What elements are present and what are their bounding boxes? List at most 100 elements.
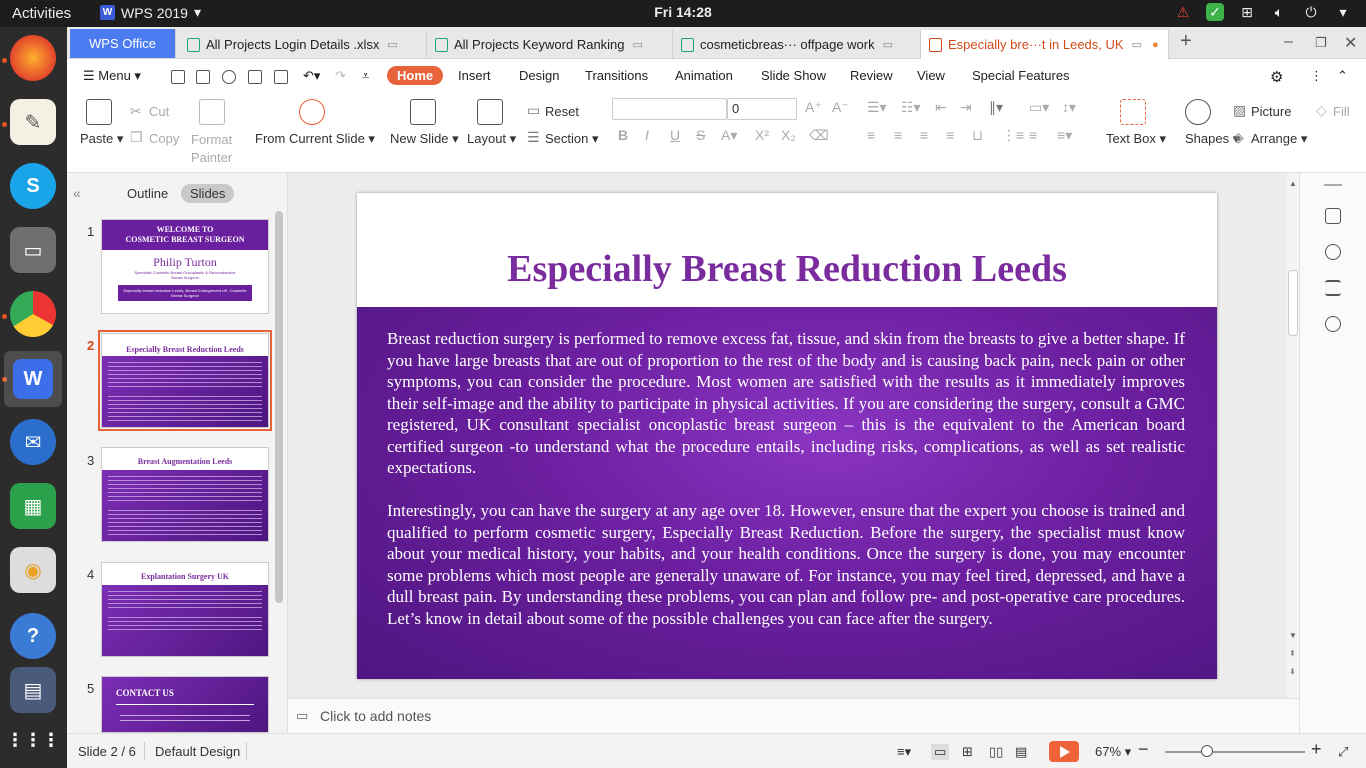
activities-button[interactable]: Activities [12,5,71,22]
numbering-icon[interactable]: ☷▾ [901,99,921,116]
align-center-icon[interactable]: ≡ [894,127,902,143]
font-color-icon[interactable]: A▾ [721,127,737,144]
rhythmbox-icon[interactable]: ◉ [10,547,56,593]
redo-icon[interactable]: ↷ [335,68,346,84]
tab-special-features[interactable]: Special Features [972,68,1070,83]
warning-icon[interactable]: ⚠ [1174,3,1192,21]
volume-icon[interactable]: 🔈︎ [1270,3,1288,21]
align-right-icon[interactable]: ≡ [920,127,928,143]
decrease-indent-icon[interactable]: ⇤ [935,99,947,116]
columns-icon[interactable]: ⋮≡ [1002,127,1024,144]
chevron-down-icon[interactable]: ▾ [1334,3,1352,21]
save-icon[interactable] [196,70,210,84]
font-name-dropdown[interactable] [612,98,727,120]
presenter-view-icon[interactable]: ▤ [1015,744,1027,760]
text-editor-icon[interactable]: ✎ [10,99,56,145]
slide-thumbnail-2[interactable]: Especially Breast Reduction Leeds [98,330,272,431]
underline-icon[interactable]: U [670,127,680,143]
shapes-button[interactable]: Shapes ▾ [1185,131,1239,147]
tab-review[interactable]: Review [850,68,893,83]
tab-home[interactable]: Home [387,66,444,85]
align-text-icon[interactable]: ▭▾ [1029,99,1049,116]
section-button[interactable]: Section ▾ [545,131,599,147]
collapse-panel-icon[interactable]: « [73,185,81,201]
layout-button[interactable]: Layout ▾ [467,131,516,147]
strikethrough-icon[interactable]: S [696,127,705,143]
align-left-icon[interactable]: ≡ [867,127,875,143]
clock[interactable]: Fri 14:28 [0,4,1366,20]
open-icon[interactable] [171,70,185,84]
export-icon[interactable] [222,70,236,84]
tab-wps-office[interactable]: WPS Office [70,29,176,58]
design-name[interactable]: Default Design [155,744,240,759]
zoom-in-icon[interactable]: + [1311,739,1322,760]
notes-placeholder[interactable]: Click to add notes [320,708,431,724]
notes-toggle-icon[interactable]: ≡▾ [897,744,911,760]
font-size-dropdown[interactable]: 0 [727,98,797,120]
arrange-button[interactable]: Arrange ▾ [1251,131,1307,147]
collapse-ribbon-icon[interactable]: ⌃ [1337,68,1348,84]
slide-thumbnail-4[interactable]: Explantation Surgery UK [101,562,269,657]
decrease-font-icon[interactable]: A⁻ [832,99,849,116]
next-slide-icon[interactable]: ⇟ [1289,667,1296,676]
bold-icon[interactable]: B [618,127,628,143]
slide-layout-icon[interactable] [1325,208,1341,224]
tab-view[interactable]: View [917,68,945,83]
tab-design[interactable]: Design [519,68,559,83]
slide-sorter-icon[interactable]: ⊞ [962,744,973,760]
play-slideshow-button[interactable] [1049,741,1079,762]
distribute-icon[interactable]: ⊔ [972,127,983,144]
text-box-button[interactable]: Text Box ▾ [1106,131,1166,147]
canvas-scrollbar-thumb[interactable] [1288,270,1298,336]
menu-button[interactable]: ☰ Menu ▾ [83,68,141,84]
line-spacing-icon[interactable]: ↕▾ [1062,99,1076,116]
tab-especially-breast[interactable]: Especially bre···t in Leeds, UK ▭ ● [921,30,1169,59]
tab-insert[interactable]: Insert [458,68,491,83]
reset-button[interactable]: Reset [545,104,579,119]
chrome-icon[interactable] [10,291,56,337]
copy-button[interactable]: Copy [149,131,179,146]
more-icon[interactable]: ⩡ [362,68,369,84]
tab-slide-show[interactable]: Slide Show [761,68,826,83]
close-icon[interactable]: ✕ [1344,33,1357,53]
files-icon[interactable]: ▭ [10,227,56,273]
text-direction-icon[interactable]: ∥▾ [989,99,1003,116]
notes-area[interactable]: ▭ Click to add notes [288,698,1299,733]
zoom-out-icon[interactable]: − [1138,739,1149,760]
more-para-icon[interactable]: ≡▾ [1057,127,1072,144]
screenshot-icon[interactable]: ▤ [10,667,56,713]
zoom-slider-knob[interactable] [1201,745,1213,757]
help-icon[interactable]: ? [10,613,56,659]
tab-slides[interactable]: Slides [181,184,235,203]
slide-title[interactable]: Especially Breast Reduction Leeds [357,247,1217,291]
subscript-icon[interactable]: X₂ [781,127,796,143]
network-icon[interactable]: ⊞ [1238,3,1256,21]
skype-icon[interactable]: S [10,163,56,209]
zoom-slider[interactable] [1165,751,1305,753]
undo-icon[interactable]: ↶▾ [303,68,320,84]
fit-window-icon[interactable]: ⤢ [1338,744,1348,760]
increase-indent-icon[interactable]: ⇥ [960,99,972,116]
slide-thumbnail-1[interactable]: WELCOME TO COSMETIC BREAST SURGEON Philip… [101,219,269,314]
tab-login-details[interactable]: All Projects Login Details .xlsx ▭ [179,30,427,59]
slide-thumbnail-5[interactable]: CONTACT US [101,676,269,733]
superscript-icon[interactable]: X² [755,127,769,143]
animation-icon[interactable] [1325,244,1341,260]
canvas-scrollbar-track[interactable]: ▲ ▼ ⇞ ⇟ [1287,173,1299,698]
new-slide-button[interactable]: New Slide ▾ [390,131,459,147]
new-tab-button[interactable]: + [1180,30,1192,53]
tab-offpage-work[interactable]: cosmeticbreas··· offpage work ▭ [673,30,921,59]
clear-format-icon[interactable]: ⌫ [809,127,829,144]
paste-icon[interactable] [86,99,112,125]
gear-icon[interactable]: ⚙ [1270,68,1283,86]
more-options-icon[interactable]: ⋮ [1310,68,1323,84]
thunderbird-icon[interactable]: ✉ [10,419,56,465]
properties-icon[interactable] [1325,280,1341,296]
tab-keyword-ranking[interactable]: All Projects Keyword Ranking ▭ [427,30,673,59]
from-current-slide-button[interactable]: From Current Slide ▾ [255,131,375,147]
firefox-icon[interactable] [10,35,56,81]
spreadsheet-icon[interactable]: ▦ [10,483,56,529]
justify-icon[interactable]: ≡ [946,127,954,143]
reading-view-icon[interactable]: ▯▯ [989,744,1003,760]
italic-icon[interactable]: I [645,127,649,143]
